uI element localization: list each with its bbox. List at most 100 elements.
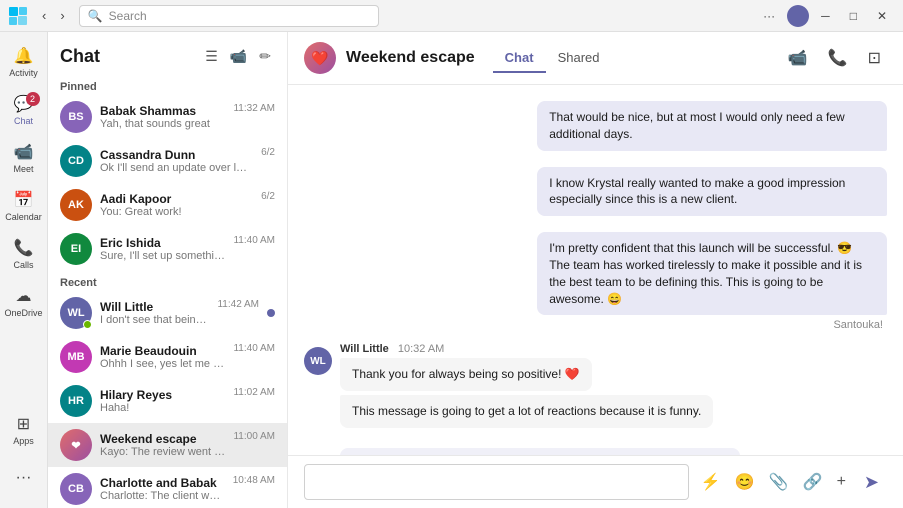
search-icon: 🔍 (88, 9, 103, 23)
chat-item-babak[interactable]: BS Babak Shammas Yah, that sounds great … (48, 95, 287, 139)
avatar-aadi: AK (60, 189, 92, 221)
chat-item-cassandra[interactable]: CD Cassandra Dunn Ok I'll send an update… (48, 139, 287, 183)
sender-name-will: Will Little (340, 343, 389, 355)
format-button[interactable]: ⚡ (697, 468, 725, 496)
sidebar-item-onedrive-label: OneDrive (4, 308, 42, 318)
close-button[interactable]: ✕ (869, 5, 895, 27)
message-right-2: I know Krystal really wanted to make a g… (537, 167, 887, 221)
recent-section-label: Recent (48, 271, 287, 291)
msg-left-content-will: Will Little 10:32 AM Thank you for alway… (340, 343, 770, 432)
sidebar-item-apps-label: Apps (13, 436, 34, 446)
app-logo (8, 6, 28, 26)
titlebar: ‹ › 🔍 Search ··· ─ □ ✕ (0, 0, 903, 32)
chat-item-time-weekend: 11:00 AM (233, 429, 275, 442)
tab-chat[interactable]: Chat (493, 44, 546, 73)
chat-item-preview-aadi: You: Great work! (100, 206, 253, 218)
new-chat-video-button[interactable]: 📹 (226, 44, 251, 69)
sidebar-item-more[interactable]: ··· (4, 456, 44, 500)
forward-button[interactable]: › (54, 4, 70, 27)
chat-item-preview-will: I don't see that being an issue, can tak… (100, 314, 209, 326)
chat-item-charlotte[interactable]: CB Charlotte and Babak Charlotte: The cl… (48, 467, 287, 508)
bubble-text-3: I'm pretty confident that this launch wi… (537, 232, 887, 315)
message-input[interactable] (304, 464, 689, 500)
chat-item-aadi[interactable]: AK Aadi Kapoor You: Great work! 6/2 (48, 183, 287, 227)
chat-item-will[interactable]: WL Will Little I don't see that being an… (48, 291, 287, 335)
sidebar-item-meet-label: Meet (13, 164, 33, 174)
chat-item-preview-cassandra: Ok I'll send an update over later (100, 162, 253, 174)
tab-shared[interactable]: Shared (546, 44, 612, 73)
messages-area: That would be nice, but at most I would … (288, 85, 903, 455)
avatar-eric: EI (60, 233, 92, 265)
attach-button[interactable]: 📎 (765, 468, 793, 496)
ellipsis-button[interactable]: ··· (755, 5, 783, 27)
activity-icon: 🔔 (14, 46, 34, 66)
minimize-button[interactable]: ─ (813, 5, 838, 27)
chat-item-name-babak: Babak Shammas (100, 104, 225, 118)
chat-item-time-charlotte: 10:48 AM (233, 473, 275, 486)
message-right-3: I'm pretty confident that this launch wi… (537, 232, 887, 331)
search-bar[interactable]: 🔍 Search (79, 5, 379, 27)
video-call-button[interactable]: 📹 (782, 42, 814, 74)
group-avatar: ❤️ (304, 42, 336, 74)
chat-items-container: Pinned BS Babak Shammas Yah, that sounds… (48, 75, 287, 508)
chat-item-name-hilary: Hilary Reyes (100, 388, 225, 402)
chat-item-time-marie: 11:40 AM (233, 341, 275, 354)
back-button[interactable]: ‹ (36, 4, 52, 27)
audio-call-button[interactable]: 📞 (822, 42, 854, 74)
group-title: Weekend escape (346, 49, 475, 67)
gif-button[interactable]: 🔗 (799, 468, 827, 496)
search-placeholder: Search (109, 9, 147, 23)
chat-item-preview-eric: Sure, I'll set up something for next wee… (100, 250, 225, 262)
new-chat-button[interactable]: ✏ (255, 44, 275, 69)
message-input-bar: ⚡ 😊 📎 🔗 + ➤ (288, 455, 903, 508)
avatar-hilary: HR (60, 385, 92, 417)
image-card: What do you think? Thought these images … (340, 448, 740, 455)
sidebar-item-apps[interactable]: ⊞ Apps (4, 408, 44, 452)
sidebar-item-activity[interactable]: 🔔 Activity (4, 40, 44, 84)
chat-header-actions: 📹 📞 ⊡ (782, 42, 887, 74)
chat-item-name-will: Will Little (100, 300, 209, 314)
calls-icon: 📞 (14, 238, 34, 258)
chat-item-name-aadi: Aadi Kapoor (100, 192, 253, 206)
chat-item-weekend[interactable]: ❤ Weekend escape Kayo: The review went r… (48, 423, 287, 467)
chat-item-preview-marie: Ohhh I see, yes let me fix that! (100, 358, 225, 370)
pinned-section-label: Pinned (48, 75, 287, 95)
send-button[interactable]: ➤ (856, 468, 887, 497)
chat-item-marie[interactable]: MB Marie Beaudouin Ohhh I see, yes let m… (48, 335, 287, 379)
filter-button[interactable]: ☰ (201, 44, 222, 69)
sidebar-item-meet[interactable]: 📹 Meet (4, 136, 44, 180)
sidebar-item-calendar-label: Calendar (5, 212, 42, 222)
bubble-text-2: I know Krystal really wanted to make a g… (537, 167, 887, 217)
message-right-1: That would be nice, but at most I would … (537, 101, 887, 155)
emoji-button[interactable]: 😊 (731, 468, 759, 496)
avatar-cassandra: CD (60, 145, 92, 177)
sidebar-item-calls-label: Calls (13, 260, 33, 270)
sidebar-item-chat[interactable]: 💬 Chat 2 (4, 88, 44, 132)
more-icon: ··· (16, 469, 32, 487)
window-actions: ··· ─ □ ✕ (755, 5, 895, 27)
chat-item-name-eric: Eric Ishida (100, 236, 225, 250)
chat-main: ❤️ Weekend escape Chat Shared 📹 📞 ⊡ That… (288, 32, 903, 508)
app-body: 🔔 Activity 💬 Chat 2 📹 Meet 📅 Calendar 📞 … (0, 32, 903, 508)
chat-item-preview-charlotte: Charlotte: The client was pretty happy w… (100, 490, 225, 502)
chat-list-header: Chat ☰ 📹 ✏ (48, 32, 287, 75)
user-avatar[interactable] (787, 5, 809, 27)
bubble-left-will-2: This message is going to get a lot of re… (340, 395, 713, 428)
chat-item-content-will: Will Little I don't see that being an is… (100, 300, 209, 326)
chat-item-name-cassandra: Cassandra Dunn (100, 148, 253, 162)
chat-item-time-eric: 11:40 AM (233, 233, 275, 246)
maximize-button[interactable]: □ (842, 5, 865, 27)
message-group-will: WL Will Little 10:32 AM Thank you for al… (304, 343, 770, 432)
chat-item-time-hilary: 11:02 AM (233, 385, 275, 398)
more-input-button[interactable]: + (833, 469, 850, 495)
avatar-charlotte: CB (60, 473, 92, 505)
chat-tabs: Chat Shared (493, 44, 612, 73)
chat-item-eric[interactable]: EI Eric Ishida Sure, I'll set up somethi… (48, 227, 287, 271)
input-actions: ⚡ 😊 📎 🔗 + ➤ (697, 468, 887, 497)
chat-item-hilary[interactable]: HR Hilary Reyes Haha! 11:02 AM (48, 379, 287, 423)
sidebar-item-calls[interactable]: 📞 Calls (4, 232, 44, 276)
more-options-button[interactable]: ⊡ (862, 42, 887, 74)
sidebar-item-onedrive[interactable]: ☁ OneDrive (4, 280, 44, 324)
sidebar-item-calendar[interactable]: 📅 Calendar (4, 184, 44, 228)
avatar-will: WL (60, 297, 92, 329)
